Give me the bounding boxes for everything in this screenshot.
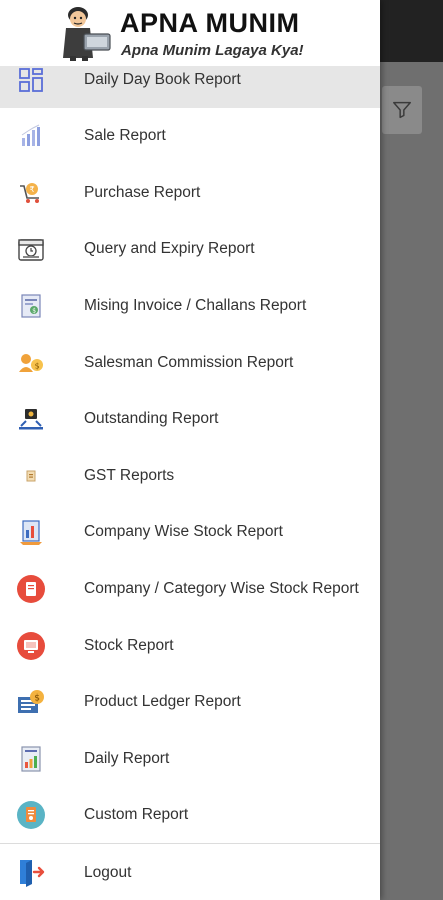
menu-item-stock-report[interactable]: Stock Report	[0, 617, 380, 674]
munim-mascot-logo	[63, 7, 111, 61]
menu-item-mising-invoice-challans-report[interactable]: $ Mising Invoice / Challans Report	[0, 278, 380, 335]
filter-button[interactable]	[382, 86, 422, 134]
custom-report-icon	[16, 800, 46, 830]
menu-item-label: Outstanding Report	[84, 410, 219, 428]
navigation-drawer: APNA MUNIM Apna Munim Lagaya Kya! Daily …	[0, 0, 380, 900]
brand-name: APNA MUNIM	[120, 8, 300, 38]
bar-chart-icon	[16, 121, 46, 151]
menu-item-label: GST Reports	[84, 466, 175, 484]
gst-icon	[16, 461, 46, 491]
menu-item-sale-report[interactable]: Sale Report	[0, 108, 380, 165]
logout-label: Logout	[84, 864, 132, 881]
calendar-icon	[16, 234, 46, 264]
svg-text:$: $	[35, 361, 40, 370]
menu-item-label: Salesman Commission Report	[84, 353, 294, 371]
daily-report-icon	[16, 744, 46, 774]
filter-icon	[393, 101, 411, 119]
company-stock-icon	[16, 517, 46, 547]
svg-text:₹: ₹	[30, 185, 35, 194]
menu-item-salesman-commission-report[interactable]: $ Salesman Commission Report	[0, 334, 380, 391]
menu-item-daily-report[interactable]: Daily Report	[0, 731, 380, 788]
outstanding-icon	[16, 404, 46, 434]
menu-item-label: Custom Report	[84, 806, 189, 824]
grid-layout-icon	[16, 65, 46, 95]
menu-item-label: Stock Report	[84, 636, 174, 654]
menu-item-purchase-report[interactable]: ₹ Purchase Report	[0, 165, 380, 222]
menu-item-gst-reports[interactable]: GST Reports	[0, 448, 380, 505]
menu-item-label: Daily Report	[84, 749, 170, 767]
shopping-cart-icon: ₹	[16, 178, 46, 208]
menu-item-label: Sale Report	[84, 127, 166, 145]
stock-icon	[16, 631, 46, 661]
invoice-icon: $	[16, 291, 46, 321]
menu-item-query-and-expiry-report[interactable]: Query and Expiry Report	[0, 221, 380, 278]
svg-text:$: $	[32, 308, 36, 315]
logout-icon	[16, 857, 46, 887]
menu-item-outstanding-report[interactable]: Outstanding Report	[0, 391, 380, 448]
logout-button[interactable]: Logout	[0, 844, 380, 900]
category-stock-icon	[16, 574, 46, 604]
menu-item-label: Purchase Report	[84, 183, 201, 201]
menu-item-company-category-wise-stock-report[interactable]: Company / Category Wise Stock Report	[0, 561, 380, 618]
menu-item-label: Product Ledger Report	[84, 693, 241, 711]
menu-item-company-wise-stock-report[interactable]: Company Wise Stock Report	[0, 504, 380, 561]
ledger-icon: $	[16, 687, 46, 717]
commission-icon: $	[16, 348, 46, 378]
menu-item-custom-report[interactable]: Custom Report	[0, 787, 380, 844]
menu-item-label: Company Wise Stock Report	[84, 523, 283, 541]
svg-text:$: $	[34, 694, 40, 704]
menu-item-label: Daily Day Book Report	[84, 71, 241, 88]
menu-item-product-ledger-report[interactable]: $ Product Ledger Report	[0, 674, 380, 731]
brand-tagline: Apna Munim Lagaya Kya!	[121, 42, 304, 59]
menu-item-label: Query and Expiry Report	[84, 240, 255, 258]
menu-item-label: Company / Category Wise Stock Report	[84, 580, 359, 598]
report-menu: Daily Day Book Report Sale Report ₹ Purc…	[0, 52, 380, 844]
menu-item-label: Mising Invoice / Challans Report	[84, 297, 307, 315]
drawer-header: APNA MUNIM Apna Munim Lagaya Kya!	[0, 0, 380, 66]
